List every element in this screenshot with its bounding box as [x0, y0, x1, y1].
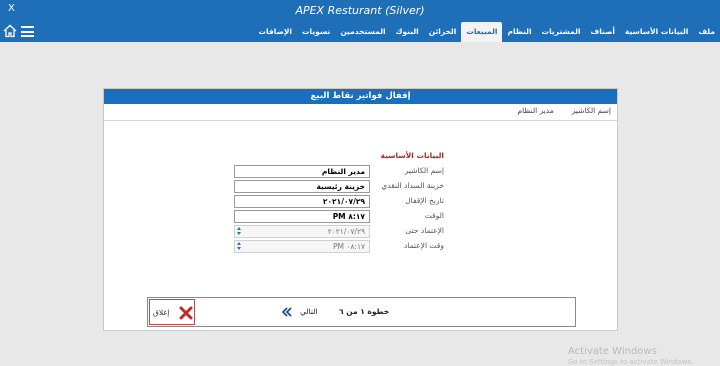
- activation-watermark: Activate Windows: [568, 346, 657, 357]
- menu-purchases[interactable]: المشتريات: [537, 22, 586, 42]
- approve-until-field[interactable]: ٢٠٢١/٠٧/٢٩: [234, 225, 370, 238]
- form-row-approve-until: الإعتماد حتى ٢٠٢١/٠٧/٢٩: [234, 225, 444, 238]
- menu-addons[interactable]: الإضافات: [254, 22, 297, 42]
- menu-treasuries[interactable]: الخزائن: [424, 22, 462, 42]
- app-title: APEX Resturant (Silver): [295, 4, 425, 17]
- next-button[interactable]: التالي: [300, 307, 317, 316]
- menu-sales[interactable]: المبيعات: [461, 22, 503, 42]
- title-bar: X APEX Resturant (Silver): [0, 0, 720, 22]
- menu-banks[interactable]: البنوك: [391, 22, 424, 42]
- menu-bar: ملف البيانات الأساسية أصناف المشتريات ال…: [0, 22, 720, 42]
- menu-users[interactable]: المستخدمين: [335, 22, 390, 42]
- menu-items[interactable]: أصناف: [585, 22, 619, 42]
- close-button[interactable]: إغلاق: [149, 299, 195, 325]
- hamburger-menu-icon[interactable]: [21, 26, 34, 37]
- close-icon: [179, 306, 193, 320]
- form-row-time: الوقت PM ٨:١٧: [234, 210, 444, 223]
- dialog-title: إقفال فواتير نقاط البيع: [104, 89, 617, 104]
- cashier-name-field[interactable]: مدير النظام: [234, 165, 370, 178]
- cash-treasury-field[interactable]: خزينة رئيسية: [234, 180, 370, 193]
- menu-basic-data[interactable]: البيانات الأساسية: [620, 22, 693, 42]
- main-menu: ملف البيانات الأساسية أصناف المشتريات ال…: [254, 22, 720, 42]
- menu-file[interactable]: ملف: [693, 22, 720, 42]
- cashier-info: إسم الكاشير مدير النظام: [517, 106, 611, 115]
- menu-settlements[interactable]: تسويات: [297, 22, 335, 42]
- form-row-treasury: خزينة السداد النقدي خزينة رئيسية: [234, 180, 444, 193]
- spinner-icon[interactable]: [236, 227, 242, 236]
- field-label: إسم الكاشير: [404, 166, 444, 175]
- home-icon[interactable]: [3, 24, 17, 38]
- field-label: الإعتماد حتى: [405, 226, 444, 235]
- cashier-label: إسم الكاشير: [571, 106, 611, 115]
- double-chevron-icon[interactable]: [282, 307, 292, 317]
- divider: [104, 120, 617, 121]
- close-button-label: إغلاق: [153, 308, 170, 317]
- form-row-approve-time: وقت الإعتماد PM ٠٨:١٧: [234, 240, 444, 253]
- field-label: تاريخ الإقفال: [405, 196, 444, 205]
- activation-watermark-sub: Go to Settings to activate Windows.: [568, 358, 694, 366]
- field-label: خزينة السداد النقدي: [381, 181, 444, 190]
- section-title: البيانات الأساسية: [380, 151, 444, 160]
- pos-close-dialog: إقفال فواتير نقاط البيع إسم الكاشير مدير…: [103, 88, 618, 331]
- approve-time-field[interactable]: PM ٠٨:١٧: [234, 240, 370, 253]
- spinner-icon[interactable]: [236, 242, 242, 251]
- form-row-close-date: تاريخ الإقفال ٢٠٢١/٠٧/٢٩: [234, 195, 444, 208]
- wizard-footer: إغلاق التالي خطوة ١ من ٦: [147, 297, 576, 327]
- cashier-value: مدير النظام: [517, 106, 554, 115]
- menu-system[interactable]: النظام: [502, 22, 536, 42]
- close-date-field[interactable]: ٢٠٢١/٠٧/٢٩: [234, 195, 370, 208]
- time-field[interactable]: PM ٨:١٧: [234, 210, 370, 223]
- field-label: الوقت: [424, 211, 444, 220]
- form-row-cashier: إسم الكاشير مدير النظام: [234, 165, 444, 178]
- field-label: وقت الإعتماد: [403, 241, 444, 250]
- step-indicator: خطوة ١ من ٦: [339, 307, 390, 316]
